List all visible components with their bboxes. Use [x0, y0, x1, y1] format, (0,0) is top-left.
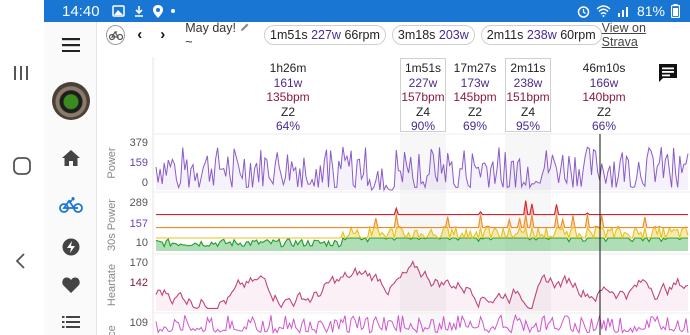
edit-pencil-icon[interactable]	[240, 22, 250, 32]
interval-pill[interactable]: 3m18s 203w	[391, 24, 475, 45]
location-icon	[152, 4, 163, 18]
status-time: 14:40	[62, 2, 100, 20]
pill-time: 3m18s	[397, 27, 436, 42]
menu-icon	[61, 38, 80, 52]
app-root: 14:40 81% ‹ › May day! ~ 1m51s 227w 66rp…	[0, 0, 690, 335]
prev-activity-button[interactable]: ‹	[137, 26, 142, 43]
pill-rpm: 60rpm	[560, 27, 596, 42]
image-icon	[111, 5, 125, 17]
next-activity-button[interactable]: ›	[160, 26, 165, 43]
app-sidebar	[44, 22, 97, 335]
pill-rpm: 66rpm	[344, 27, 380, 42]
sidebar-item-home[interactable]	[44, 143, 97, 173]
activity-charts[interactable]: 1h26m 161w 135bpm Z2 64% 1m51s 227w 157b…	[98, 47, 690, 335]
sidebar-item-power[interactable]	[44, 232, 97, 262]
menu-button[interactable]	[44, 30, 97, 60]
battery-percent: 81%	[636, 3, 665, 19]
battery-icon	[671, 4, 680, 18]
sidebar-item-health[interactable]	[44, 270, 97, 300]
signal-icon	[617, 7, 628, 17]
activity-title[interactable]: May day! ~	[185, 21, 258, 49]
activity-title-text: May day!	[185, 20, 236, 35]
activity-type-button[interactable]	[106, 24, 126, 45]
recent-apps-icon[interactable]	[12, 64, 30, 82]
lightning-icon	[62, 238, 79, 256]
bike-icon	[58, 197, 83, 213]
heart-icon	[61, 277, 80, 293]
pill-watts: 238w	[526, 27, 557, 42]
home-icon	[61, 150, 80, 166]
pill-watts: 203w	[438, 27, 469, 42]
view-on-strava-link[interactable]: View on Strava	[602, 21, 682, 49]
bike-icon	[108, 30, 123, 40]
avatar[interactable]	[52, 82, 90, 120]
pill-time: 2m11s	[486, 27, 524, 42]
pill-watts: 227w	[311, 27, 341, 42]
interval-pill[interactable]: 1m51s 227w 66rpm	[264, 24, 386, 45]
sidebar-item-activities[interactable]	[44, 190, 97, 220]
activity-plots[interactable]	[98, 47, 690, 335]
sidebar-item-list[interactable]	[44, 307, 97, 335]
pill-time: 1m51s	[270, 27, 308, 42]
list-icon	[61, 316, 80, 328]
wifi-icon	[596, 5, 611, 17]
android-nav-bar	[0, 0, 44, 335]
download-icon	[134, 6, 143, 17]
alarm-icon	[577, 5, 590, 18]
power30s-zone-area	[156, 238, 688, 251]
interval-pill[interactable]: 2m11s 238w 60rpm	[480, 24, 602, 45]
back-icon[interactable]	[12, 252, 30, 270]
status-bar: 14:40 81%	[44, 0, 690, 22]
activity-toolbar: ‹ › May day! ~ 1m51s 227w 66rpm 3m18s 20…	[98, 21, 690, 49]
home-circle-icon[interactable]	[12, 156, 32, 176]
more-dot-icon	[170, 9, 175, 13]
